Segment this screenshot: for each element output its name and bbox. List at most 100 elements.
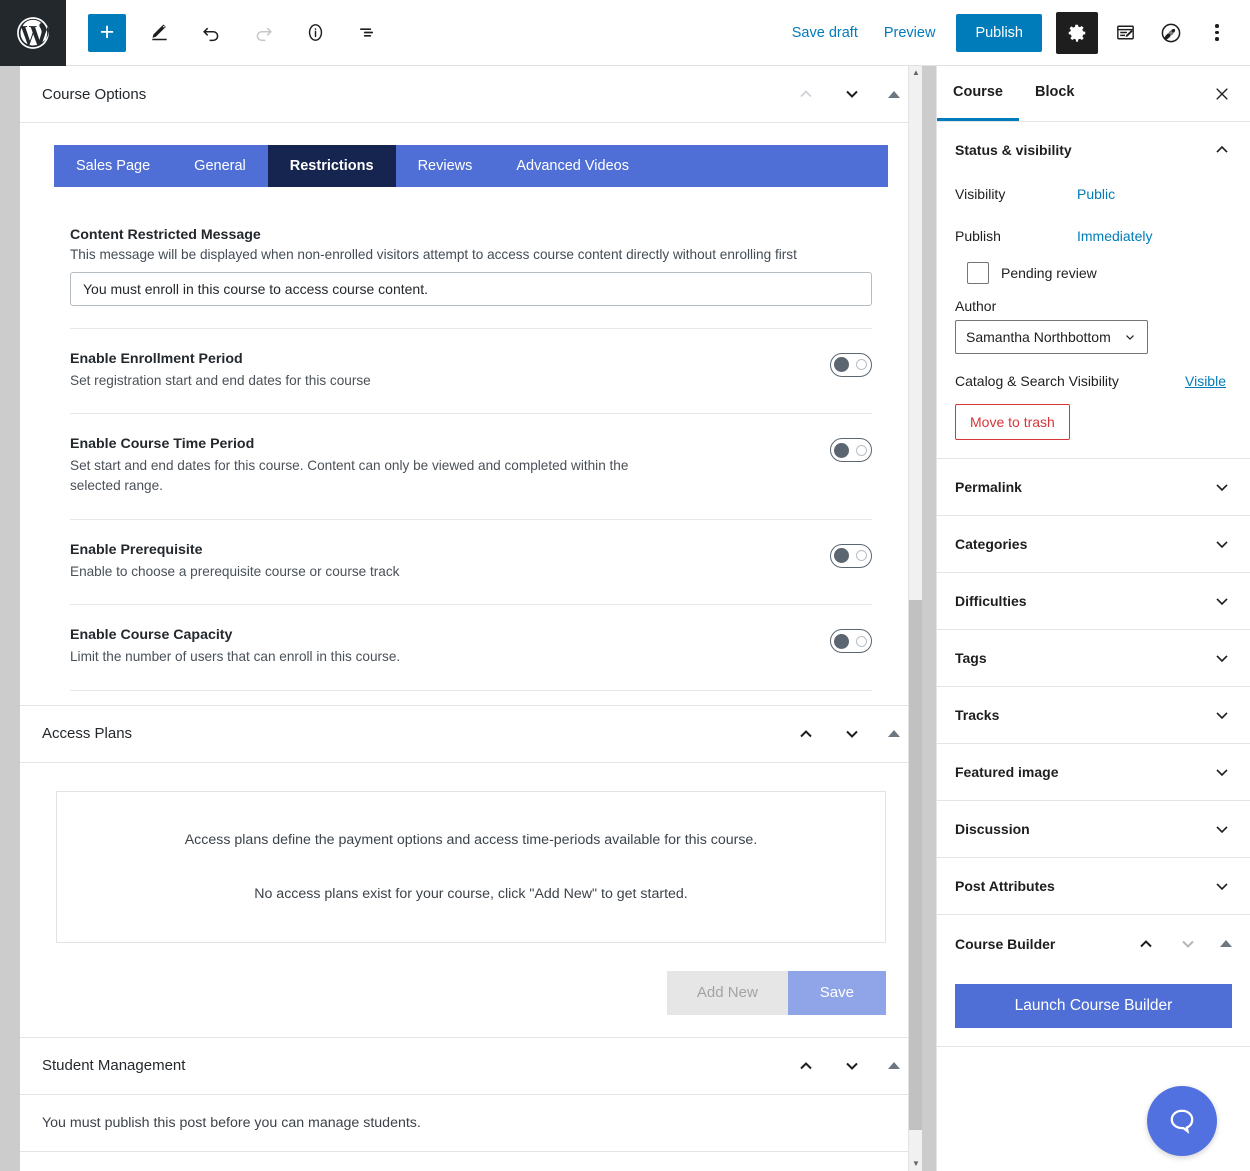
- add-block-button[interactable]: +: [88, 13, 126, 52]
- chevron-down-icon[interactable]: [1212, 876, 1232, 896]
- publish-value-button[interactable]: Immediately: [1077, 228, 1152, 244]
- toggle-knob: [834, 357, 849, 373]
- course-builder-title: Course Builder: [955, 935, 1056, 952]
- close-sidebar-button[interactable]: [1204, 76, 1240, 112]
- edit-mode-button[interactable]: [140, 14, 178, 52]
- move-up-icon[interactable]: [796, 724, 816, 744]
- status-and-visibility-section: Status & visibility Visibility Public Pu…: [937, 122, 1250, 459]
- add-new-access-plan-button[interactable]: Add New: [666, 970, 788, 1015]
- sidebar-panel-difficulties[interactable]: Difficulties: [937, 573, 1250, 630]
- setting-title: Enable Enrollment Period: [70, 350, 243, 367]
- move-down-icon[interactable]: [842, 84, 862, 104]
- editor-scrollbar[interactable]: ▲ ▼: [908, 66, 922, 1171]
- list-view-button[interactable]: [348, 14, 386, 52]
- help-chat-button[interactable]: [1147, 1086, 1217, 1156]
- course-builder-header-actions: [1136, 934, 1232, 954]
- sidebar-panel-tags[interactable]: Tags: [937, 630, 1250, 687]
- access-plans-empty-message: No access plans exist for your course, c…: [254, 885, 688, 902]
- tab-reviews[interactable]: Reviews: [396, 145, 495, 187]
- move-up-icon[interactable]: [796, 84, 816, 104]
- document-details-button[interactable]: [296, 14, 334, 52]
- tab-block[interactable]: Block: [1019, 66, 1091, 121]
- course-options-panel: Course Options Sales Page General Restri…: [20, 66, 922, 706]
- tab-course[interactable]: Course: [937, 66, 1019, 121]
- visibility-value-button[interactable]: Public: [1077, 186, 1115, 202]
- chevron-up-icon[interactable]: [1212, 140, 1232, 160]
- sidebar-panel-post-attributes[interactable]: Post Attributes: [937, 858, 1250, 915]
- setting-title: Enable Course Capacity: [70, 627, 233, 644]
- tab-sales-page[interactable]: Sales Page: [54, 145, 172, 187]
- move-down-icon[interactable]: [1178, 934, 1198, 954]
- chevron-down-icon[interactable]: [1212, 762, 1232, 782]
- undo-icon: [202, 27, 218, 42]
- panel-label: Tags: [955, 650, 987, 666]
- sidebar-panel-tracks[interactable]: Tracks: [937, 687, 1250, 744]
- move-down-icon[interactable]: [842, 1056, 862, 1076]
- scroll-down-arrow-icon[interactable]: ▼: [911, 1159, 921, 1169]
- course-time-period-toggle[interactable]: [830, 438, 872, 463]
- pending-review-checkbox[interactable]: [967, 262, 989, 284]
- collapse-panel-icon[interactable]: [1220, 940, 1232, 947]
- toggle-hole: [856, 359, 867, 371]
- move-up-icon[interactable]: [1136, 934, 1156, 954]
- tab-restrictions[interactable]: Restrictions: [267, 145, 396, 187]
- sidebar-panel-permalink[interactable]: Permalink: [937, 459, 1250, 516]
- undo-button[interactable]: [192, 14, 230, 52]
- catalog-visibility-row: Catalog & Search Visibility Visible: [955, 372, 1232, 390]
- collapse-panel-icon[interactable]: [888, 1062, 900, 1070]
- sidebar-panel-discussion[interactable]: Discussion: [937, 801, 1250, 858]
- course-capacity-toggle[interactable]: [830, 629, 872, 654]
- editor-canvas: Course Options Sales Page General Restri…: [0, 66, 936, 1171]
- author-select-value: Samantha Northbottom: [966, 329, 1111, 345]
- editor-scrollbar-thumb[interactable]: [909, 600, 922, 1130]
- sidebar-panel-categories[interactable]: Categories: [937, 516, 1250, 573]
- chevron-down-icon[interactable]: [1212, 477, 1232, 497]
- course-options-tabs: Sales Page General Restrictions Reviews …: [54, 145, 888, 187]
- chevron-down-icon[interactable]: [1212, 705, 1232, 725]
- editor-toolbar: + Save draft Preview Publish: [0, 0, 1250, 66]
- more-options-button[interactable]: [1198, 14, 1236, 52]
- gear-icon: [1068, 24, 1086, 42]
- panel-label: Permalink: [955, 479, 1022, 495]
- save-draft-button[interactable]: Save draft: [779, 17, 871, 49]
- settings-button[interactable]: [1056, 11, 1098, 54]
- editor-content-column: Course Options Sales Page General Restri…: [20, 66, 922, 1171]
- status-and-visibility-body: Visibility Public Publish Immediately Pe…: [937, 178, 1250, 458]
- setting-description: Enable to choose a prerequisite course o…: [70, 563, 400, 579]
- setting-enable-enrollment-period: Enable Enrollment Period Set registratio…: [70, 329, 872, 391]
- status-and-visibility-header[interactable]: Status & visibility: [937, 122, 1250, 178]
- access-plans-body: Access plans define the payment options …: [20, 763, 922, 1037]
- scroll-up-arrow-icon[interactable]: ▲: [911, 68, 921, 78]
- chevron-down-icon[interactable]: [1212, 534, 1232, 554]
- access-plans-empty-state: Access plans define the payment options …: [56, 790, 886, 943]
- preview-button[interactable]: Preview: [871, 17, 949, 49]
- tab-general[interactable]: General: [172, 145, 268, 187]
- save-access-plans-button[interactable]: Save: [787, 970, 886, 1015]
- classic-editor-button[interactable]: [1106, 14, 1144, 52]
- collapse-panel-icon[interactable]: [888, 90, 900, 98]
- collapse-panel-icon[interactable]: [888, 730, 900, 738]
- prerequisite-toggle[interactable]: [830, 543, 872, 568]
- classic-editor-icon: [1116, 25, 1134, 40]
- redo-button[interactable]: [244, 14, 282, 52]
- chevron-down-icon[interactable]: [1212, 819, 1232, 839]
- author-select[interactable]: Samantha Northbottom: [955, 320, 1148, 354]
- launch-course-builder-button[interactable]: Launch Course Builder: [955, 984, 1232, 1028]
- move-down-icon[interactable]: [842, 724, 862, 744]
- wordpress-logo-icon[interactable]: [0, 0, 66, 66]
- move-up-icon[interactable]: [796, 1056, 816, 1076]
- setting-title: Enable Course Time Period: [70, 436, 255, 453]
- enrollment-period-toggle[interactable]: [830, 352, 872, 377]
- chevron-down-icon[interactable]: [1212, 591, 1232, 611]
- sidebar-tabs: Course Block: [937, 66, 1250, 122]
- move-to-trash-button[interactable]: Move to trash: [955, 404, 1070, 440]
- tab-advanced-videos[interactable]: Advanced Videos: [494, 145, 651, 187]
- chevron-down-icon[interactable]: [1212, 648, 1232, 668]
- restrictions-tab-panel: Content Restricted Message This message …: [20, 187, 922, 705]
- content-restricted-message-input[interactable]: [70, 271, 872, 306]
- toggle-knob: [834, 548, 849, 564]
- jetpack-button[interactable]: [1152, 14, 1190, 52]
- catalog-visibility-value-button[interactable]: Visible: [1179, 372, 1232, 390]
- sidebar-panel-featured-image[interactable]: Featured image: [937, 744, 1250, 801]
- publish-button[interactable]: Publish: [956, 13, 1042, 52]
